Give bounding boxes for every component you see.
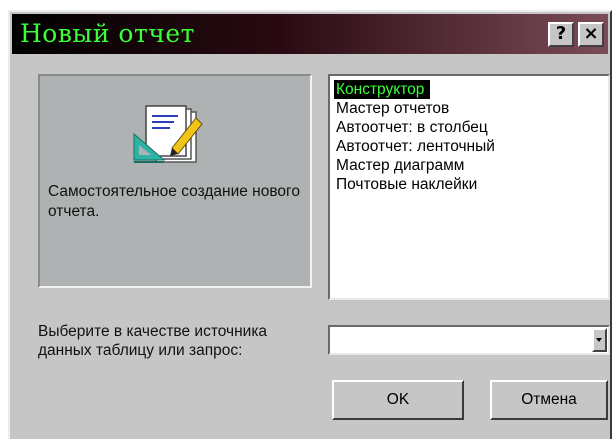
preview-pane: Самостоятельное создание нового отчета. [38,74,312,288]
preview-description: Самостоятельное создание нового отчета. [48,183,300,220]
list-item[interactable]: Автоотчет: в столбец [334,118,608,137]
list-item[interactable]: Мастер отчетов [334,99,608,118]
close-button[interactable]: × [578,22,604,47]
chevron-down-icon [596,338,602,342]
report-type-listbox[interactable]: Конструктор Мастер отчетов Автоотчет: в … [328,74,610,300]
ok-button[interactable]: OK [332,380,464,420]
title-bar[interactable]: Новый отчет ? × [12,14,608,54]
dropdown-button[interactable] [592,328,607,352]
list-item[interactable]: Конструктор [334,80,431,99]
data-source-combobox[interactable] [328,325,610,355]
list-item[interactable]: Автоотчет: ленточный [334,137,608,156]
report-design-icon [133,105,203,163]
window-title: Новый отчет [20,19,195,48]
list-item[interactable]: Мастер диаграмм [334,156,608,175]
cancel-button[interactable]: Отмена [490,380,608,420]
new-report-dialog: Новый отчет ? × Самостоятельное создание… [8,10,612,439]
list-item[interactable]: Почтовые наклейки [334,175,608,194]
data-source-label: Выберите в качестве источника данных таб… [38,323,268,359]
help-button[interactable]: ? [548,22,574,47]
